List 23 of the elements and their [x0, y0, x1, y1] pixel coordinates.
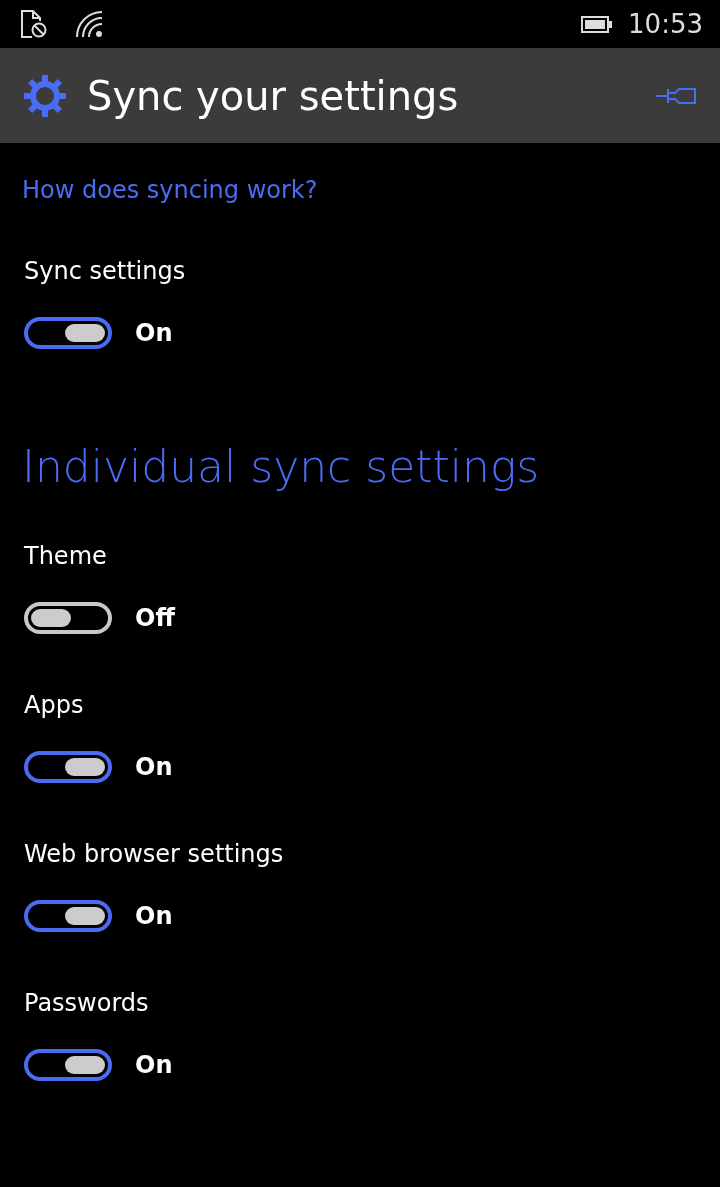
wifi-icon: [76, 10, 103, 38]
section-heading: Individual sync settings: [22, 440, 541, 494]
battery-icon: [581, 15, 613, 33]
setting-label: Passwords: [23, 988, 150, 1019]
toggle-switch[interactable]: [24, 900, 112, 932]
toggle-state-label: On: [135, 752, 173, 783]
setting-label: Sync settings: [23, 256, 187, 287]
help-link[interactable]: How does syncing work?: [22, 174, 318, 206]
status-time: 10:53: [628, 11, 703, 37]
toggle-switch[interactable]: [24, 751, 112, 783]
file-prohibited-icon: [20, 10, 47, 38]
settings-icon: [24, 74, 66, 117]
toggle-switch[interactable]: [24, 602, 112, 634]
toggle-state-label: On: [135, 901, 173, 932]
setting-label: Web browser settings: [23, 839, 285, 870]
toggle-state-label: On: [135, 1050, 173, 1081]
toggle-switch[interactable]: [24, 317, 112, 349]
setting-label: Theme: [23, 541, 108, 572]
toggle-switch[interactable]: [24, 1049, 112, 1081]
toggle-state-label: Off: [135, 603, 175, 634]
page-title: Sync your settings: [87, 71, 459, 120]
setting-label: Apps: [23, 690, 85, 721]
toggle-state-label: On: [135, 318, 173, 349]
